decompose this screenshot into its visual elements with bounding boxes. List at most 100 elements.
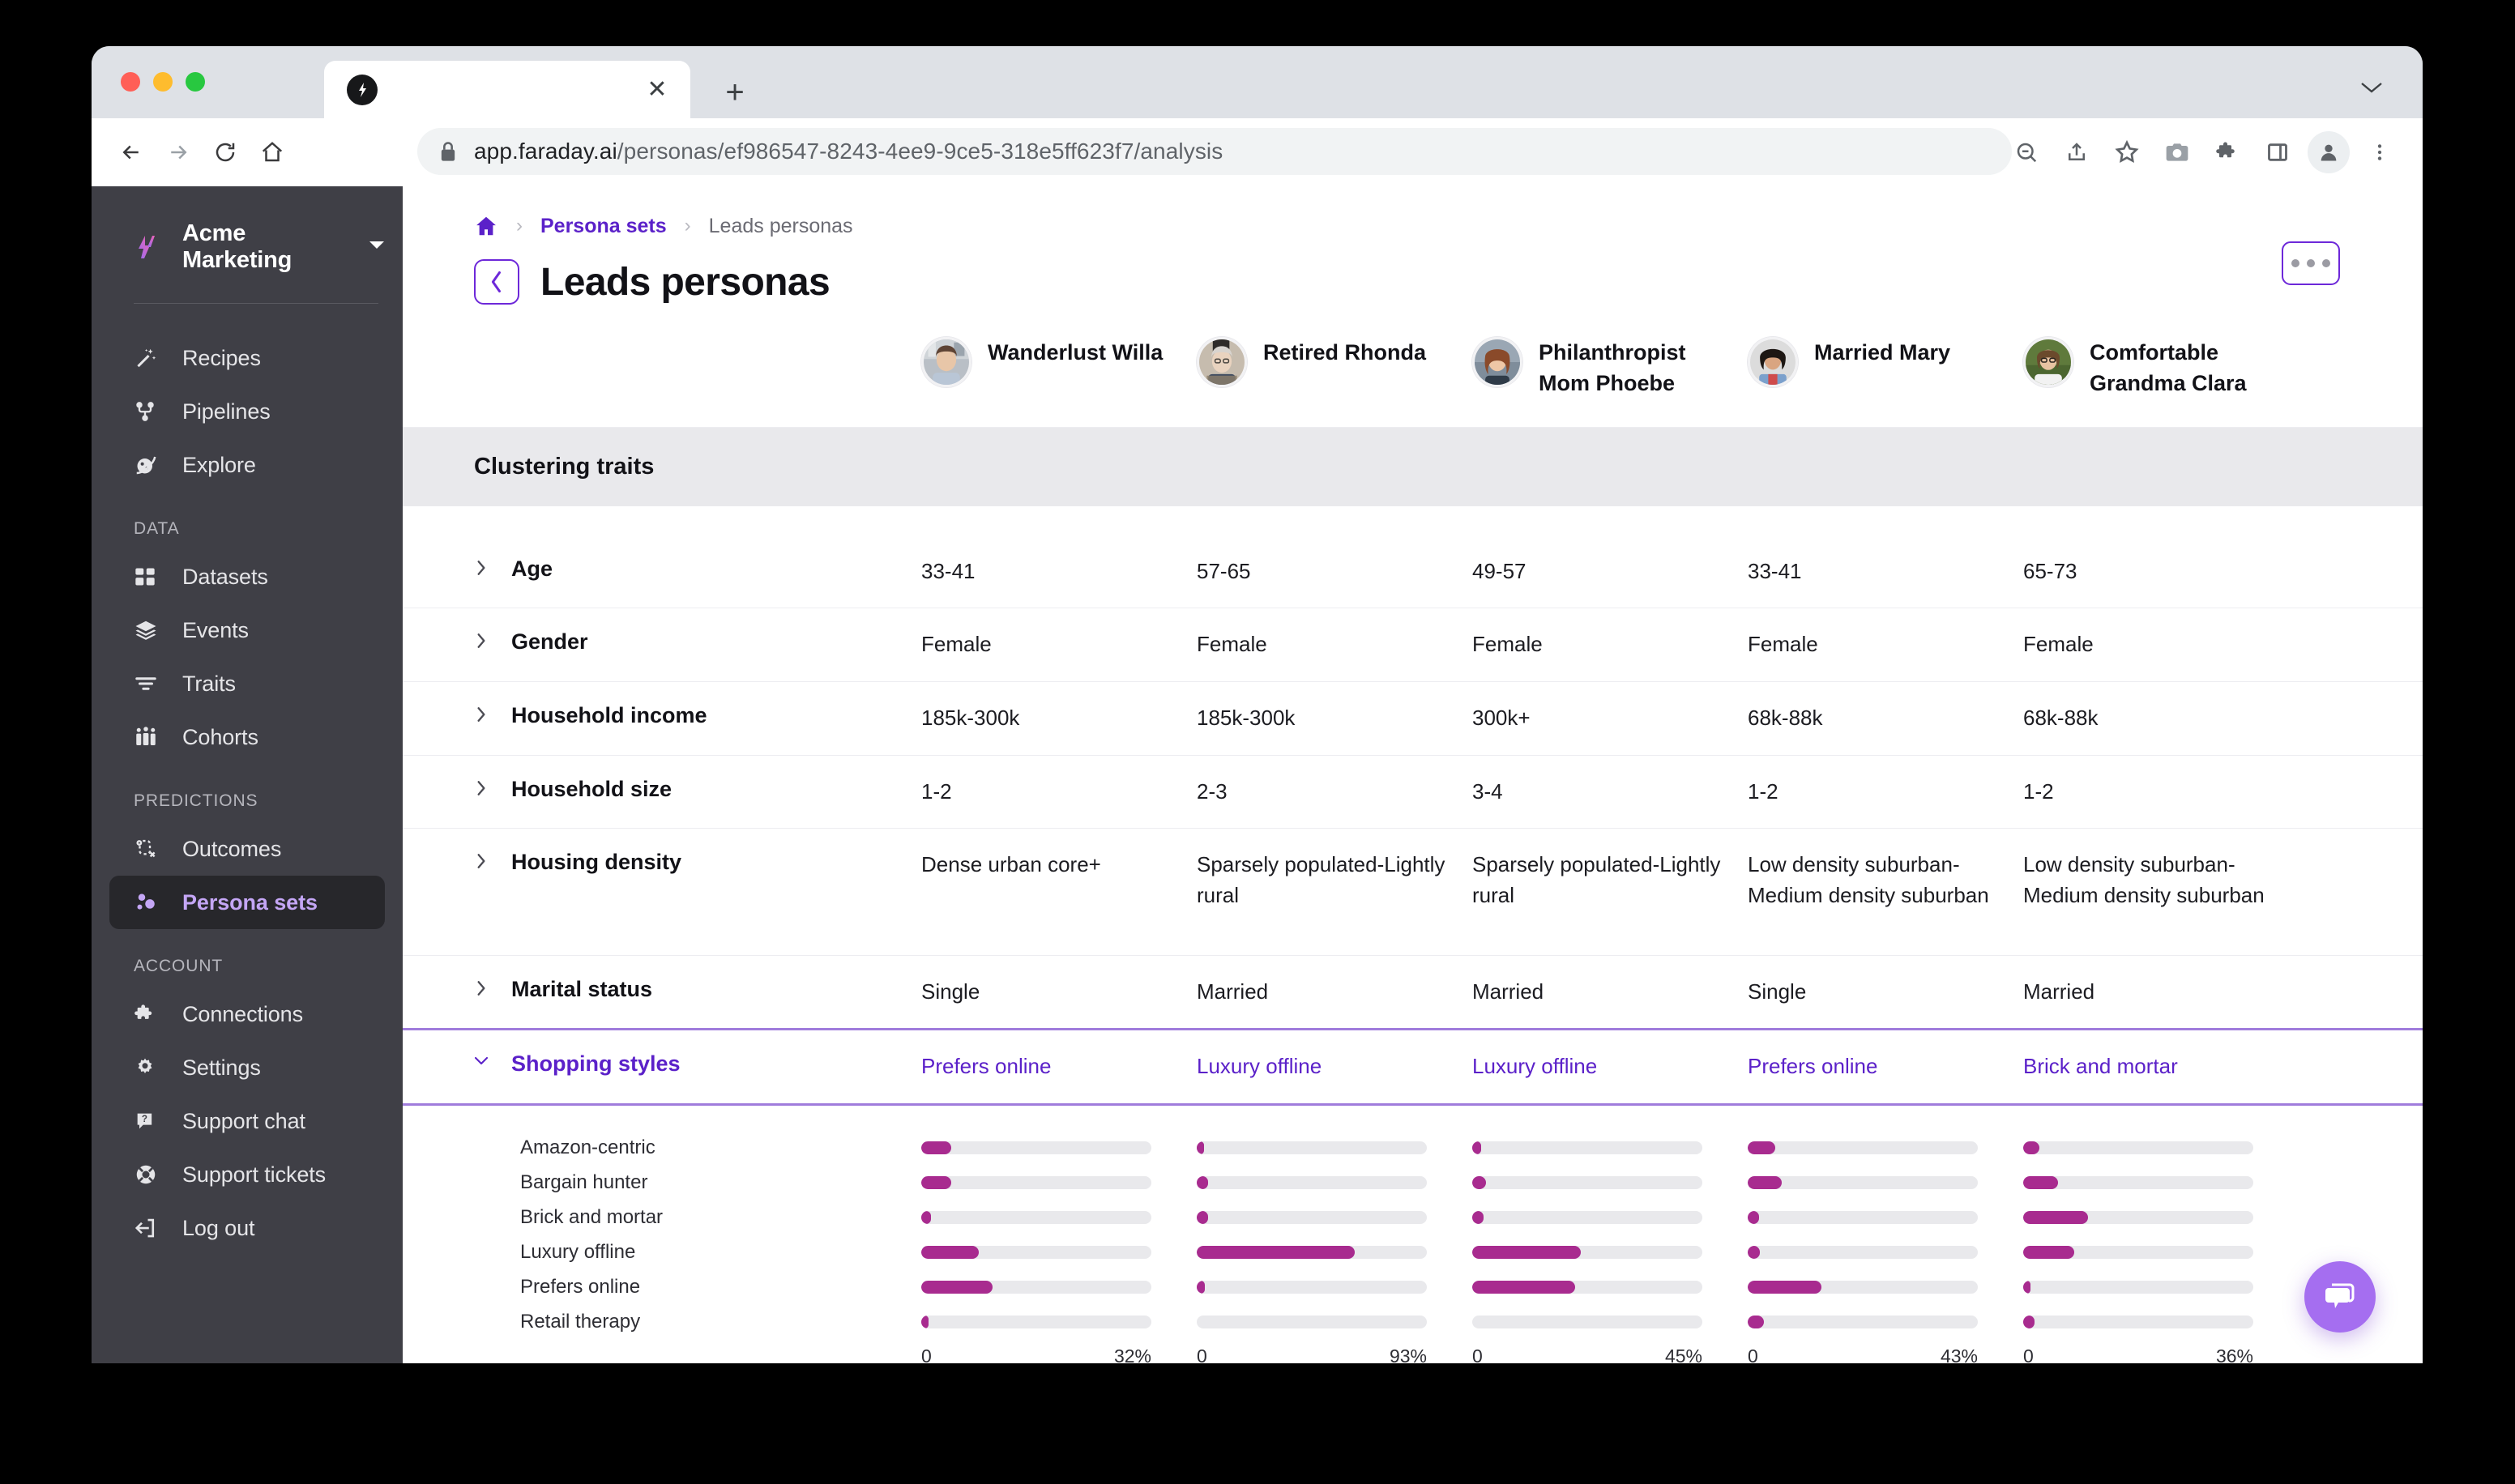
page-viewport: Acme Marketing Recipes Pi — [92, 186, 2423, 1363]
bar-row — [1472, 1130, 1702, 1165]
trait-value: Female — [1472, 629, 1748, 660]
outcome-target-icon — [134, 837, 168, 861]
sidebar-item-recipes[interactable]: Recipes — [109, 331, 385, 385]
breadcrumb-current: Leads personas — [709, 215, 853, 238]
zoom-out-icon[interactable] — [2001, 127, 2052, 177]
persona-column-header[interactable]: Retired Rhonda — [1197, 337, 1472, 387]
trait-name: Household size — [511, 777, 672, 802]
planet-icon — [134, 453, 168, 477]
bar-track — [2023, 1141, 2253, 1154]
trait-row-shopping-styles[interactable]: Shopping styles — [403, 1051, 921, 1077]
trait-row-age[interactable]: Age — [403, 556, 921, 582]
sidebar-item-label: Log out — [182, 1216, 254, 1241]
address-bar[interactable]: app.faraday.ai/personas/ef986547-8243-4e… — [417, 128, 2012, 175]
persona-header-row: Wanderlust Willa Retired Rhonda Philanth… — [403, 305, 2423, 428]
side-panel-icon[interactable] — [2252, 127, 2303, 177]
chart-column: 0 93% — [1197, 1130, 1472, 1363]
bar-track — [921, 1176, 1151, 1189]
sidebar-item-datasets[interactable]: Datasets — [109, 550, 385, 603]
sidebar-item-outcomes[interactable]: Outcomes — [109, 822, 385, 876]
bar-track — [2023, 1316, 2253, 1328]
maximize-window-button[interactable] — [186, 72, 205, 92]
sidebar-item-support-chat[interactable]: ? Support chat — [109, 1094, 385, 1148]
sidebar-item-cohorts[interactable]: Cohorts — [109, 710, 385, 764]
support-chat-button[interactable] — [2304, 1261, 2376, 1333]
persona-column-header[interactable]: Wanderlust Willa — [921, 337, 1197, 387]
forward-arrow-icon[interactable] — [155, 129, 202, 176]
axis-max-label: 36% — [2216, 1345, 2253, 1363]
profile-avatar-icon[interactable] — [2308, 131, 2350, 173]
browser-toolbar: app.faraday.ai/personas/ef986547-8243-4e… — [92, 118, 2423, 186]
gear-icon — [134, 1056, 168, 1079]
persona-column-header[interactable]: Philanthropist Mom Phoebe — [1472, 337, 1748, 399]
bar-fill — [1197, 1176, 1208, 1189]
chart-column: 0 32% — [921, 1130, 1197, 1363]
sidebar-item-connections[interactable]: Connections — [109, 987, 385, 1041]
reload-icon[interactable] — [202, 129, 249, 176]
sidebar-item-explore[interactable]: Explore — [109, 438, 385, 492]
sidebar-item-label: Events — [182, 618, 249, 643]
sidebar-item-label: Outcomes — [182, 837, 281, 862]
bar-row — [921, 1235, 1151, 1269]
bar-track — [2023, 1211, 2253, 1224]
persona-column-header[interactable]: Married Mary — [1748, 337, 2023, 387]
section-banner-clustering-traits: Clustering traits — [403, 428, 2423, 506]
trait-row-marital-status[interactable]: Marital status — [403, 977, 921, 1002]
trait-row-household-income[interactable]: Household income — [403, 703, 921, 728]
trait-value: Dense urban core+ — [921, 850, 1197, 881]
minimize-window-button[interactable] — [153, 72, 173, 92]
sidebar-section-data: DATA — [92, 519, 403, 539]
sidebar-group-main: Recipes Pipelines Explore — [92, 331, 403, 492]
axis-min-label: 0 — [1748, 1345, 1758, 1363]
bar-fill — [921, 1316, 929, 1328]
extensions-puzzle-icon[interactable] — [2202, 127, 2252, 177]
sidebar-item-persona-sets[interactable]: Persona sets — [109, 876, 385, 929]
bar-fill — [1197, 1281, 1205, 1294]
trait-row-housing-density[interactable]: Housing density — [403, 850, 921, 875]
sidebar-item-events[interactable]: Events — [109, 603, 385, 657]
sidebar-item-log-out[interactable]: Log out — [109, 1201, 385, 1255]
bar-fill — [2023, 1316, 2035, 1328]
browser-menu-icon[interactable] — [2355, 127, 2405, 177]
chevron-down-icon[interactable] — [2359, 80, 2384, 99]
bar-track — [1197, 1141, 1427, 1154]
bar-fill — [2023, 1281, 2030, 1294]
more-options-button[interactable] — [2282, 241, 2340, 285]
close-tab-icon[interactable]: ✕ — [643, 76, 671, 104]
chart-category-label: Luxury offline — [520, 1235, 921, 1269]
persona-comparison-table: Age 33-41 57-65 49-57 33-41 65-73 Gender… — [403, 535, 2423, 1363]
bar-track — [921, 1281, 1151, 1294]
breadcrumb: › Persona sets › Leads personas — [403, 186, 2423, 238]
sidebar-item-settings[interactable]: Settings — [109, 1041, 385, 1094]
trait-row-household-size[interactable]: Household size — [403, 777, 921, 802]
axis-max-label: 93% — [1390, 1345, 1427, 1363]
sidebar-item-traits[interactable]: Traits — [109, 657, 385, 710]
new-tab-button[interactable]: + — [719, 77, 750, 108]
breadcrumb-link-persona-sets[interactable]: Persona sets — [540, 215, 667, 238]
close-window-button[interactable] — [121, 72, 140, 92]
bar-fill — [1748, 1141, 1775, 1154]
shopping-styles-chart: Amazon-centric Bargain hunter Brick and … — [403, 1106, 2423, 1363]
screenshot-camera-icon[interactable] — [2152, 127, 2202, 177]
bar-row — [921, 1200, 1151, 1235]
chevron-right-icon — [474, 706, 489, 723]
sidebar-item-support-tickets[interactable]: Support tickets — [109, 1148, 385, 1201]
bookmark-star-icon[interactable] — [2102, 127, 2152, 177]
org-switcher[interactable]: Acme Marketing — [109, 209, 385, 285]
bar-fill — [1748, 1281, 1821, 1294]
trait-row-gender[interactable]: Gender — [403, 629, 921, 655]
page-header: Leads personas — [403, 238, 2423, 305]
sidebar-item-pipelines[interactable]: Pipelines — [109, 385, 385, 438]
bar-track — [2023, 1246, 2253, 1259]
home-icon[interactable] — [474, 214, 498, 238]
home-icon[interactable] — [249, 129, 296, 176]
back-button[interactable] — [474, 259, 519, 305]
bar-track — [1472, 1176, 1702, 1189]
trait-value: Low density suburban-Medium density subu… — [1748, 850, 2023, 910]
persona-column-header[interactable]: Comfortable Grandma Clara — [2023, 337, 2299, 399]
back-arrow-icon[interactable] — [108, 129, 155, 176]
window-traffic-lights — [121, 72, 205, 92]
table-row: Household income 185k-300k 185k-300k 300… — [403, 682, 2423, 756]
share-icon[interactable] — [2052, 127, 2102, 177]
browser-tab[interactable]: ✕ — [324, 61, 690, 118]
